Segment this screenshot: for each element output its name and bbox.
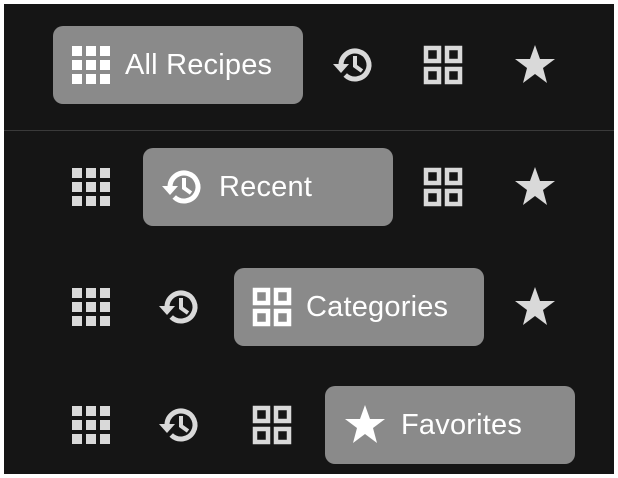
- star-icon: [343, 403, 387, 447]
- tab-favorites-label: Favorites: [401, 408, 523, 441]
- tab-recent[interactable]: [152, 268, 208, 346]
- grid-icon: [71, 287, 111, 327]
- tab-recent-label: Recent: [219, 170, 313, 203]
- star-icon: [513, 43, 557, 87]
- tab-categories[interactable]: [244, 386, 300, 464]
- tab-all-recipes[interactable]: [63, 148, 119, 226]
- tab-favorites[interactable]: [507, 268, 563, 346]
- star-icon: [513, 165, 557, 209]
- tab-categories[interactable]: [415, 148, 471, 226]
- tab-all-recipes-label: All Recipes: [125, 48, 273, 81]
- categories-icon: [423, 45, 463, 85]
- grid-icon: [71, 45, 111, 85]
- nav-bar-state-categories: Categories: [4, 248, 614, 366]
- tab-recent[interactable]: [152, 386, 208, 464]
- nav-bar-state-favorites: Favorites: [4, 366, 614, 474]
- categories-icon: [252, 405, 292, 445]
- tab-favorites[interactable]: [507, 148, 563, 226]
- tab-all-recipes[interactable]: [63, 386, 119, 464]
- tab-favorites[interactable]: [507, 26, 563, 104]
- tab-categories[interactable]: [415, 26, 471, 104]
- tab-categories-label: Categories: [306, 290, 449, 323]
- history-icon: [161, 167, 205, 207]
- grid-icon: [71, 405, 111, 445]
- nav-bar-state-all-recipes: All Recipes: [4, 4, 614, 122]
- categories-icon: [423, 167, 463, 207]
- history-icon: [332, 45, 376, 85]
- navigation-states-frame: All Recipes Recent Categories Favorites: [4, 4, 614, 474]
- history-icon: [158, 405, 202, 445]
- star-icon: [513, 285, 557, 329]
- tab-favorites[interactable]: Favorites: [325, 386, 575, 464]
- tab-all-recipes[interactable]: All Recipes: [53, 26, 303, 104]
- history-icon: [158, 287, 202, 327]
- categories-icon: [252, 287, 292, 327]
- tab-recent[interactable]: [326, 26, 382, 104]
- tab-categories[interactable]: Categories: [234, 268, 484, 346]
- nav-bar-state-recent: Recent: [4, 128, 614, 246]
- tab-all-recipes[interactable]: [63, 268, 119, 346]
- tab-recent[interactable]: Recent: [143, 148, 393, 226]
- grid-icon: [71, 167, 111, 207]
